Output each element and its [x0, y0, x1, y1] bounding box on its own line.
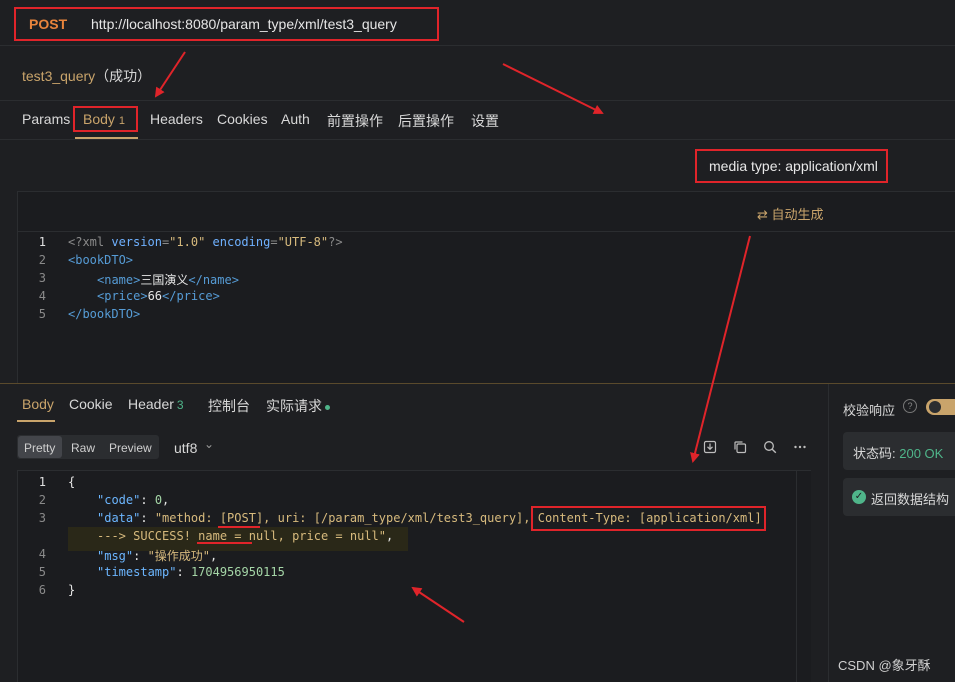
response-tab-actual-label: 实际请求: [266, 398, 322, 414]
format-preview-button[interactable]: Preview: [109, 441, 152, 455]
json-open-brace: {: [68, 475, 76, 489]
annotation-box-body-tab: [73, 106, 138, 132]
json-code-line: "code": 0,: [97, 493, 170, 507]
refresh-icon: ⇄: [757, 207, 768, 222]
status-code-text: 状态码: 200 OK: [853, 443, 943, 462]
tab-cookies[interactable]: Cookies: [217, 111, 268, 127]
response-tab-underline: [17, 420, 55, 422]
annotation-box-url: [14, 7, 439, 41]
response-structure-label: 返回数据结构: [871, 492, 950, 507]
arrow-to-body-tab: [154, 51, 186, 98]
response-tab-cookie[interactable]: Cookie: [69, 396, 113, 412]
tab-post-ops[interactable]: 后置操作: [398, 111, 454, 131]
json-data-line-wrap: ---> SUCCESS! name = null, price = null"…: [97, 529, 394, 543]
xml-price-element: <price>66</price>: [97, 289, 220, 303]
annotation-underline-post: [218, 526, 260, 528]
response-tab-actual-request[interactable]: 实际请求: [266, 396, 330, 416]
json-msg-line: "msg": "操作成功",: [97, 549, 218, 563]
xml-root-open: <bookDTO>: [68, 253, 134, 267]
copy-icon[interactable]: [733, 440, 747, 454]
tab-headers[interactable]: Headers: [150, 111, 203, 127]
chevron-down-icon[interactable]: ⌄: [204, 437, 214, 451]
tab-settings[interactable]: 设置: [471, 111, 499, 131]
tab-pre-ops[interactable]: 前置操作: [327, 111, 383, 131]
line-number: 1: [38, 235, 46, 249]
line-number: 6: [38, 583, 46, 597]
xml-name-element: <name>三国演义</name>: [97, 273, 239, 287]
line-number: 5: [38, 307, 46, 321]
xml-root-close: </bookDTO>: [68, 307, 141, 321]
status-code-label: 状态码:: [853, 446, 900, 461]
response-header-count: 3: [176, 398, 184, 412]
panel-splitter[interactable]: [0, 383, 955, 384]
watermark: CSDN @象牙酥: [838, 658, 931, 673]
json-close-brace: }: [68, 583, 76, 597]
line-number: 2: [38, 253, 46, 267]
editor-toolbar-divider: [17, 231, 955, 232]
response-tab-header-label: Header: [128, 396, 174, 412]
line-number: 3: [38, 511, 46, 525]
json-timestamp-line: "timestamp": 1704956950115: [97, 565, 285, 579]
auto-generate-button[interactable]: ⇄ 自动生成: [757, 204, 824, 223]
assertion-panel: [828, 384, 955, 682]
request-name: test3_query: [22, 68, 96, 84]
response-tab-console[interactable]: 控制台: [208, 396, 250, 416]
check-circle-icon: ✓: [852, 490, 866, 504]
tab-auth[interactable]: Auth: [281, 111, 310, 127]
annotation-box-content-type: [531, 506, 766, 531]
line-number: 4: [38, 547, 46, 561]
status-code-value: 200 OK: [899, 446, 944, 461]
line-number: 2: [38, 493, 46, 507]
search-icon[interactable]: [763, 440, 777, 454]
encoding-select[interactable]: utf8: [174, 440, 197, 456]
tab-params[interactable]: Params: [22, 111, 70, 127]
request-status-text: （成功）: [95, 68, 152, 84]
response-tab-body[interactable]: Body: [22, 396, 54, 412]
download-icon[interactable]: [703, 440, 717, 454]
response-tab-header[interactable]: Header 3: [128, 396, 184, 412]
line-number: 3: [38, 271, 46, 285]
more-icon[interactable]: [793, 440, 807, 454]
line-number: 4: [38, 289, 46, 303]
line-number: 5: [38, 565, 46, 579]
status-dot-icon: [325, 404, 330, 410]
format-raw-button[interactable]: Raw: [71, 441, 95, 455]
annotation-box-media-type: [695, 149, 888, 183]
format-pretty-button[interactable]: Pretty: [24, 441, 55, 455]
tab-body-underline: [75, 137, 138, 139]
verify-response-label: 校验响应: [843, 403, 896, 418]
request-title: test3_query（成功）: [22, 66, 151, 86]
xml-declaration: <?xml version="1.0" encoding="UTF-8"?>: [68, 235, 343, 249]
response-scrollbar-track[interactable]: [796, 470, 797, 682]
line-number: 1: [38, 475, 46, 489]
auto-generate-label: 自动生成: [771, 207, 824, 222]
verify-toggle-knob: [929, 401, 941, 413]
help-icon[interactable]: ?: [903, 399, 917, 413]
annotation-underline-name: [197, 542, 252, 544]
